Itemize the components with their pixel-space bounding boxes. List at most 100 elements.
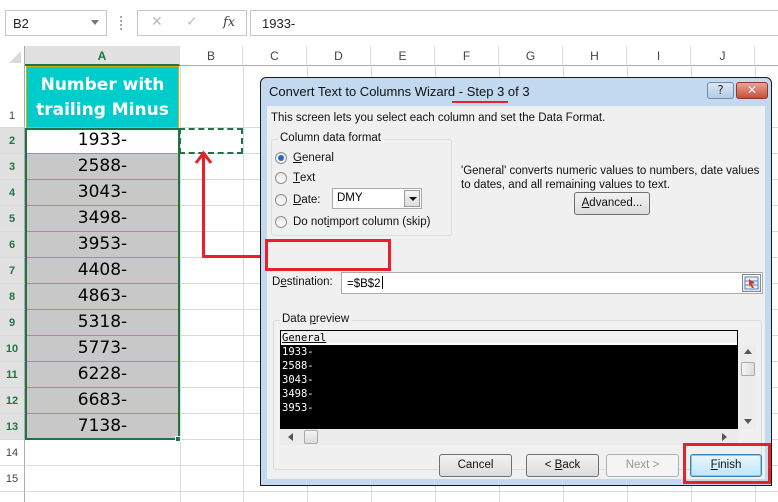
column-header-a[interactable]: A bbox=[25, 46, 180, 66]
preview-horizontal-scrollbar[interactable] bbox=[280, 429, 738, 445]
preview-row: 3498- bbox=[282, 388, 314, 400]
cell-a13[interactable]: 7138- bbox=[26, 414, 179, 440]
scrollbar-thumb[interactable] bbox=[741, 362, 755, 376]
column-header-e[interactable]: E bbox=[371, 46, 435, 66]
enter-icon[interactable]: ✓ bbox=[186, 14, 198, 30]
row-header-8[interactable]: 8 bbox=[0, 284, 25, 310]
row-header-4[interactable]: 4 bbox=[0, 180, 25, 206]
radio-button[interactable] bbox=[275, 172, 287, 184]
name-box-value: B2 bbox=[13, 16, 29, 31]
row-header-1[interactable]: 1 bbox=[0, 66, 25, 128]
scroll-left-icon[interactable] bbox=[288, 433, 293, 441]
next-button: Next > bbox=[606, 454, 679, 477]
chevron-down-icon[interactable] bbox=[404, 190, 420, 207]
back-button[interactable]: < Back bbox=[526, 454, 599, 477]
row-header-10[interactable]: 10 bbox=[0, 336, 25, 362]
cell-a4[interactable]: 3043- bbox=[26, 180, 179, 206]
annotation-arrow-line bbox=[202, 255, 266, 258]
preview-vertical-scrollbar[interactable] bbox=[740, 345, 756, 429]
text-caret bbox=[381, 276, 383, 289]
date-format-select[interactable]: DMY bbox=[332, 188, 422, 209]
button-label-pre: < bbox=[544, 459, 555, 471]
row-header-3[interactable]: 3 bbox=[0, 154, 25, 180]
dialog-title: Convert Text to Columns Wizard - Step 3 … bbox=[269, 84, 530, 99]
option-label-key: T bbox=[293, 172, 301, 184]
formula-bar: B2 ✕ ✓ fx 1933- bbox=[0, 0, 778, 46]
preview-row: 1933- bbox=[282, 346, 314, 358]
scrollbar-thumb[interactable] bbox=[304, 430, 318, 444]
row-header-6[interactable]: 6 bbox=[0, 232, 25, 258]
radio-button[interactable] bbox=[275, 152, 287, 164]
column-header-f[interactable]: F bbox=[435, 46, 499, 66]
data-preview-grid[interactable]: General 1933- 2588- 3043- 3498- 3953- bbox=[280, 330, 738, 429]
collapse-dialog-icon[interactable] bbox=[742, 274, 761, 292]
radio-skip-column[interactable]: Do not i mport column (skip) bbox=[275, 216, 430, 228]
text-to-columns-dialog: Convert Text to Columns Wizard - Step 3 … bbox=[260, 77, 772, 486]
formula-buttons: ✕ ✓ fx bbox=[137, 10, 247, 36]
row-header-16[interactable] bbox=[0, 492, 25, 502]
button-label-post: dvanced... bbox=[589, 197, 643, 209]
label-post: review bbox=[315, 313, 350, 325]
cell-a12[interactable]: 6683- bbox=[26, 388, 179, 414]
cell-a8[interactable]: 4863- bbox=[26, 284, 179, 310]
finish-button[interactable]: Finish bbox=[690, 454, 762, 477]
formula-input[interactable]: 1933- bbox=[250, 10, 778, 36]
scroll-up-icon[interactable] bbox=[744, 349, 752, 354]
help-button[interactable]: ? bbox=[707, 82, 734, 99]
preview-column-header[interactable]: General bbox=[281, 331, 737, 345]
cancel-button[interactable]: Cancel bbox=[439, 454, 512, 477]
column-header-b[interactable]: B bbox=[180, 46, 243, 66]
step-underline-annotation bbox=[452, 101, 508, 103]
cell-a10[interactable]: 5773- bbox=[26, 336, 179, 362]
cell-a7[interactable]: 4408- bbox=[26, 258, 179, 284]
destination-input[interactable]: =$B$2 bbox=[341, 272, 763, 294]
column-header-j[interactable]: J bbox=[691, 46, 755, 66]
radio-button[interactable] bbox=[275, 216, 287, 228]
scroll-down-icon[interactable] bbox=[744, 419, 752, 424]
cell-a5[interactable]: 3498- bbox=[26, 206, 179, 232]
column-header-h[interactable]: H bbox=[563, 46, 627, 66]
radio-text[interactable]: Text bbox=[275, 172, 315, 184]
row-header-2[interactable]: 2 bbox=[0, 128, 25, 154]
advanced-button[interactable]: Advanced... bbox=[574, 192, 650, 215]
row-header-5[interactable]: 5 bbox=[0, 206, 25, 232]
row-header-12[interactable]: 12 bbox=[0, 388, 25, 414]
preview-row: 3953- bbox=[282, 402, 314, 414]
radio-date[interactable]: Date: bbox=[275, 194, 321, 206]
name-box[interactable]: B2 bbox=[5, 10, 107, 36]
intro-text: This screen lets you select each column … bbox=[271, 112, 606, 124]
column-header-i[interactable]: I bbox=[627, 46, 691, 66]
row-header-9[interactable]: 9 bbox=[0, 310, 25, 336]
option-label-post: eneral bbox=[301, 152, 334, 164]
row-header-13[interactable]: 13 bbox=[0, 414, 25, 440]
row-header-15[interactable]: 15 bbox=[0, 466, 25, 492]
cancel-icon[interactable]: ✕ bbox=[151, 14, 163, 30]
cell-a1-header[interactable]: Number with trailing Minus bbox=[26, 66, 179, 128]
resize-handle[interactable] bbox=[120, 16, 123, 30]
option-label-key: D bbox=[293, 194, 302, 206]
preview-row: 3043- bbox=[282, 374, 314, 386]
scroll-right-icon[interactable] bbox=[722, 433, 727, 441]
cell-a6[interactable]: 3953- bbox=[26, 232, 179, 258]
column-header-d[interactable]: D bbox=[307, 46, 371, 66]
select-all-button[interactable] bbox=[0, 46, 25, 66]
cell-a11[interactable]: 6228- bbox=[26, 362, 179, 388]
radio-general[interactable]: General bbox=[275, 152, 334, 164]
gridline bbox=[243, 66, 244, 502]
button-label-post: ack bbox=[562, 459, 581, 471]
cell-a9[interactable]: 5318- bbox=[26, 310, 179, 336]
chevron-down-icon[interactable] bbox=[91, 20, 99, 25]
cell-a3[interactable]: 2588- bbox=[26, 154, 179, 180]
radio-button[interactable] bbox=[275, 194, 287, 206]
cell-a2[interactable]: 1933- bbox=[26, 128, 179, 154]
fill-handle[interactable] bbox=[175, 436, 181, 442]
option-label-key: G bbox=[293, 152, 302, 164]
annotation-arrow-line bbox=[202, 152, 205, 258]
column-header-g[interactable]: G bbox=[499, 46, 563, 66]
insert-function-icon[interactable]: fx bbox=[223, 15, 235, 30]
close-button[interactable]: ✕ bbox=[736, 82, 768, 99]
column-header-c[interactable]: C bbox=[243, 46, 307, 66]
row-header-14[interactable]: 14 bbox=[0, 440, 25, 466]
row-header-11[interactable]: 11 bbox=[0, 362, 25, 388]
row-header-7[interactable]: 7 bbox=[0, 258, 25, 284]
